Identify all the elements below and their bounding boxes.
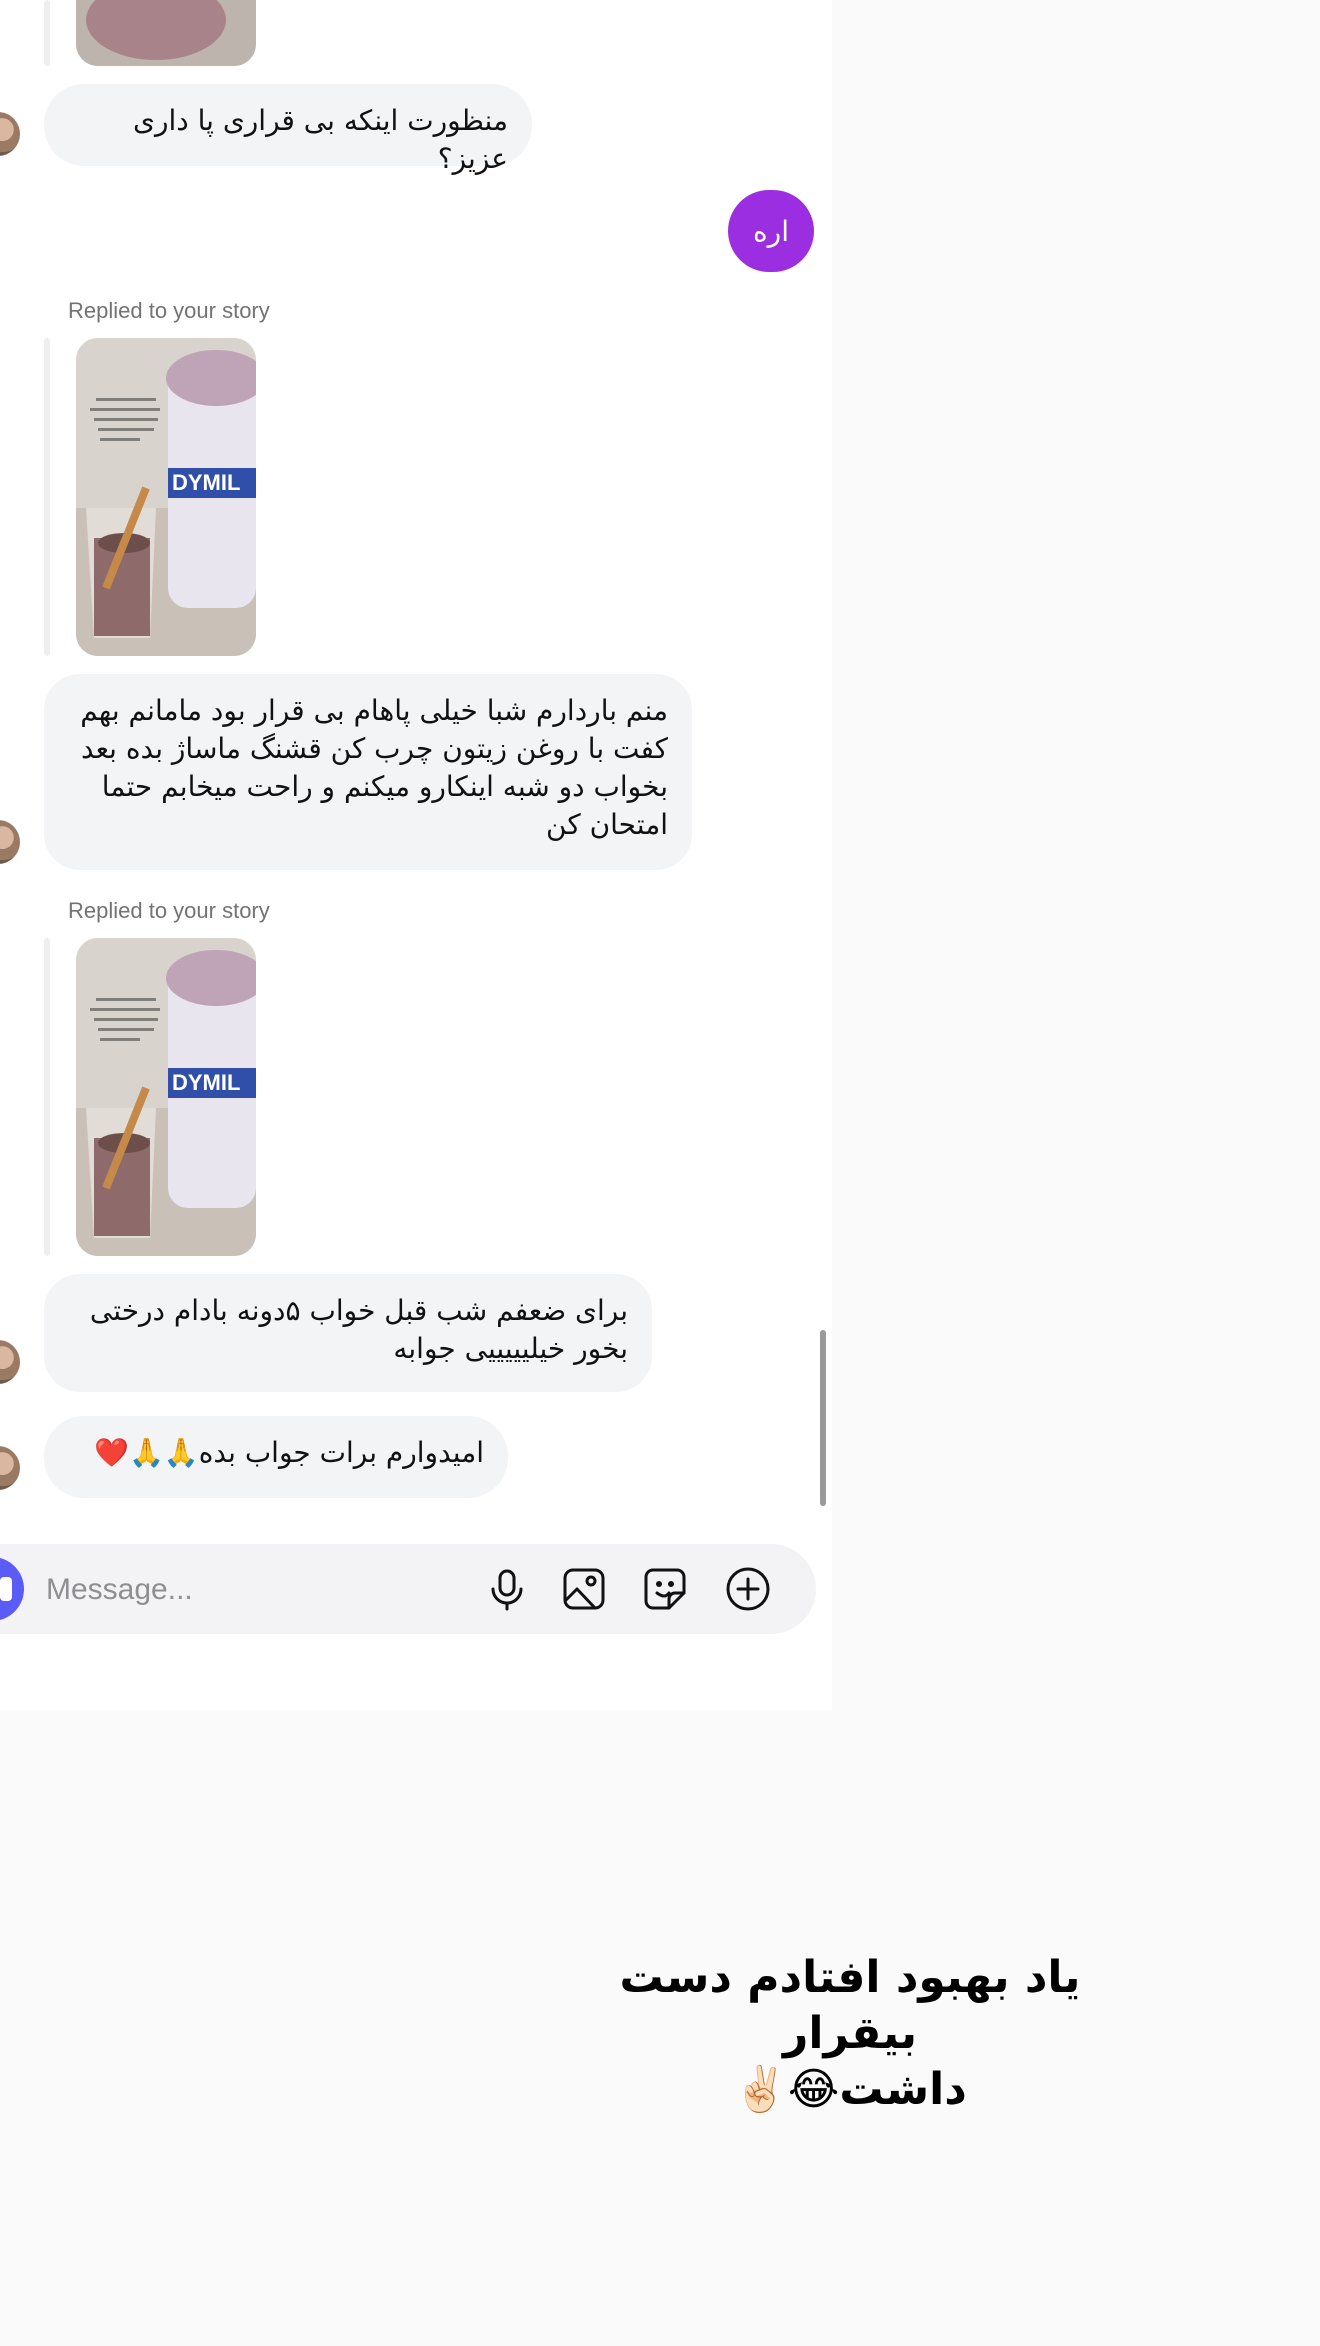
story-thumbnail[interactable] [76, 0, 256, 66]
story-image [76, 0, 256, 66]
avatar[interactable] [0, 112, 20, 156]
caption-line: داشت😂✌🏻 [733, 2064, 967, 2115]
microphone-icon[interactable] [482, 1564, 532, 1614]
message-text: امیدوارم برات جواب بده🙏🙏❤️ [94, 1436, 484, 1469]
outgoing-message-bubble[interactable]: اره [728, 190, 814, 272]
message-text: منظورت اینکه بی قراری پا داری عزیز؟ [133, 104, 508, 175]
message-bubble[interactable]: امیدوارم برات جواب بده🙏🙏❤️ [44, 1416, 508, 1498]
message-line: بخواب دو شبه اینکارو میکنم و راحت میخابم… [101, 770, 668, 803]
product-label-text: DYMIL [172, 470, 240, 495]
message-line: برای ضعفم شب قبل خواب ۵دونه بادام درختی [89, 1294, 628, 1327]
chat-thread[interactable]: منظورت اینکه بی قراری پا داری عزیز؟ اره … [0, 0, 832, 1710]
story-reply-label: Replied to your story [68, 898, 270, 923]
caption-line: یاد بهبود افتادم دست بیقرار [619, 1952, 1081, 2059]
story-reply-label: Replied to your story [68, 298, 270, 323]
message-bubble[interactable]: منظورت اینکه بی قراری پا داری عزیز؟ [44, 84, 532, 175]
message-text: اره [753, 214, 789, 248]
screen: منظورت اینکه بی قراری پا داری عزیز؟ اره … [0, 0, 1320, 2346]
message-line: امتحان کن [546, 808, 668, 841]
story-image: DYMIL [76, 338, 256, 656]
avatar[interactable] [0, 820, 20, 864]
message-bubble[interactable]: برای ضعفم شب قبل خواب ۵دونه بادام درختی … [44, 1274, 652, 1392]
story-thumbnail[interactable]: DYMIL [76, 938, 256, 1256]
avatar[interactable] [0, 1340, 20, 1384]
image-icon[interactable] [559, 1564, 609, 1614]
story-reply-line [44, 338, 50, 656]
story-reply-line [44, 938, 50, 1256]
plus-circle-icon[interactable] [723, 1564, 773, 1614]
message-input[interactable] [44, 1562, 468, 1618]
story-reply-line [44, 0, 50, 66]
avatar[interactable] [0, 1446, 20, 1490]
caption-text: یاد بهبود افتادم دست بیقرار داشت😂✌🏻 [560, 1950, 1140, 2118]
story-image: DYMIL [76, 938, 256, 1256]
message-bubble[interactable]: منم باردارم شبا خیلی پاهام بی قرار بود م… [44, 674, 692, 870]
product-label-text: DYMIL [172, 1070, 240, 1095]
message-line: منم باردارم شبا خیلی پاهام بی قرار بود م… [80, 694, 668, 727]
sticker-icon[interactable] [640, 1564, 690, 1614]
story-thumbnail[interactable]: DYMIL [76, 338, 256, 656]
message-line: بخور خیلیییییی جوابه [393, 1332, 628, 1365]
message-line: کفت با روغن زیتون چرب کن قشنگ ماساژ بده … [80, 732, 668, 765]
scrollbar[interactable] [820, 1330, 826, 1506]
